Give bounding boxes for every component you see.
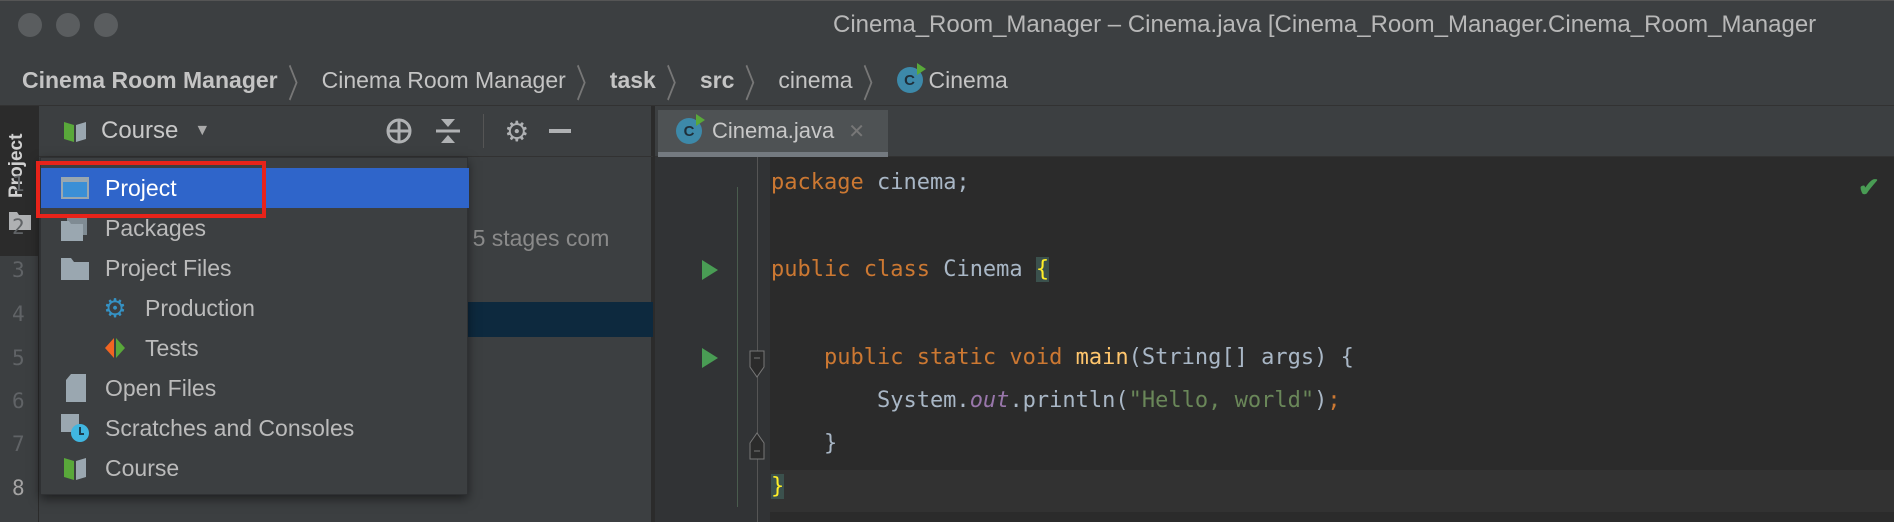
chevron-right-icon: 〉 xyxy=(862,63,887,107)
line-number: 1 xyxy=(12,172,25,196)
file-icon xyxy=(61,374,89,402)
tab-label: Cinema.java xyxy=(712,118,835,143)
line-number: 2 xyxy=(12,215,25,239)
breadcrumb-item[interactable]: cinema xyxy=(778,67,852,94)
line-number: 7 xyxy=(12,432,25,456)
view-selector[interactable]: Course xyxy=(101,117,178,145)
code-line-5: public static void main(String[] args) { xyxy=(823,345,1354,370)
breadcrumb-label: Cinema xyxy=(928,66,1008,93)
line-number: 5 xyxy=(12,346,25,370)
gear-icon[interactable]: ⚙ xyxy=(504,115,529,148)
breadcrumb-item[interactable]: Cinema Room Manager xyxy=(22,67,278,94)
code-line-8: } xyxy=(771,474,785,499)
code-line-6: System.out.println("Hello, world"); xyxy=(771,388,1341,413)
collapse-all-icon[interactable] xyxy=(435,117,461,145)
locate-icon[interactable] xyxy=(385,117,413,145)
production-gear-icon: ⚙ xyxy=(103,292,127,323)
gutter xyxy=(655,157,770,522)
divider xyxy=(483,114,485,148)
menu-item-course[interactable]: Course xyxy=(41,448,469,488)
minimize-window-button[interactable] xyxy=(56,13,80,37)
title-bar: Cinema_Room_Manager – Cinema.java [Cinem… xyxy=(0,0,1894,55)
course-progress-text: of 5 stages com xyxy=(447,225,610,251)
run-icon[interactable] xyxy=(702,348,718,368)
fold-icon[interactable] xyxy=(749,350,765,378)
selected-tree-row[interactable] xyxy=(468,302,653,337)
minimize-icon[interactable] xyxy=(549,129,572,133)
code-line-7: } xyxy=(771,431,838,456)
tests-icon xyxy=(101,335,129,361)
run-icon[interactable] xyxy=(702,260,718,280)
checkmark-icon[interactable]: ✔ xyxy=(1858,172,1880,203)
java-class-icon: C xyxy=(676,114,705,144)
menu-item-tests[interactable]: Tests xyxy=(41,328,469,368)
panel-header: Course ▼ ⚙ xyxy=(39,106,653,157)
tab-cinema-java[interactable]: C Cinema.java ✕ xyxy=(658,110,888,157)
breadcrumb-item[interactable]: task xyxy=(610,67,656,94)
editor[interactable] xyxy=(655,106,1894,522)
breadcrumb-item[interactable]: src xyxy=(700,67,735,94)
line-number: 8 xyxy=(12,476,25,500)
packages-icon xyxy=(61,215,89,241)
chevron-right-icon: 〉 xyxy=(575,63,600,107)
breadcrumb: Cinema Room Manager 〉 Cinema Room Manager… xyxy=(0,55,1894,106)
menu-item-open-files[interactable]: Open Files xyxy=(41,368,469,408)
close-window-button[interactable] xyxy=(18,13,42,37)
code-line-3: public class Cinema { xyxy=(771,257,1050,282)
folder-icon xyxy=(61,255,89,281)
java-class-icon: C xyxy=(896,63,926,93)
line-number: 4 xyxy=(12,302,25,326)
fold-icon[interactable] xyxy=(749,432,765,460)
breadcrumb-item-cinema[interactable]: C Cinema xyxy=(896,63,1008,94)
zoom-window-button[interactable] xyxy=(94,13,118,37)
line-number: 6 xyxy=(12,389,25,413)
window-title: Cinema_Room_Manager – Cinema.java [Cinem… xyxy=(833,11,1817,38)
chevron-right-icon: 〉 xyxy=(665,63,690,107)
current-line xyxy=(770,470,1894,512)
close-icon[interactable]: ✕ xyxy=(848,119,865,144)
chevron-right-icon: 〉 xyxy=(744,63,769,107)
chevron-right-icon: 〉 xyxy=(287,63,312,107)
scratches-icon xyxy=(61,414,89,442)
breadcrumb-item[interactable]: Cinema Room Manager xyxy=(322,67,566,94)
line-number: 3 xyxy=(12,258,25,282)
course-book-icon xyxy=(61,455,89,481)
menu-item-production[interactable]: ⚙ Production xyxy=(41,288,469,328)
chevron-down-icon[interactable]: ▼ xyxy=(194,122,210,140)
code-line-1: package cinema; xyxy=(771,170,970,195)
menu-item-scratches[interactable]: Scratches and Consoles xyxy=(41,408,469,448)
course-book-icon xyxy=(64,122,86,142)
menu-item-project-files[interactable]: Project Files xyxy=(41,248,469,288)
highlight-box xyxy=(36,161,266,218)
